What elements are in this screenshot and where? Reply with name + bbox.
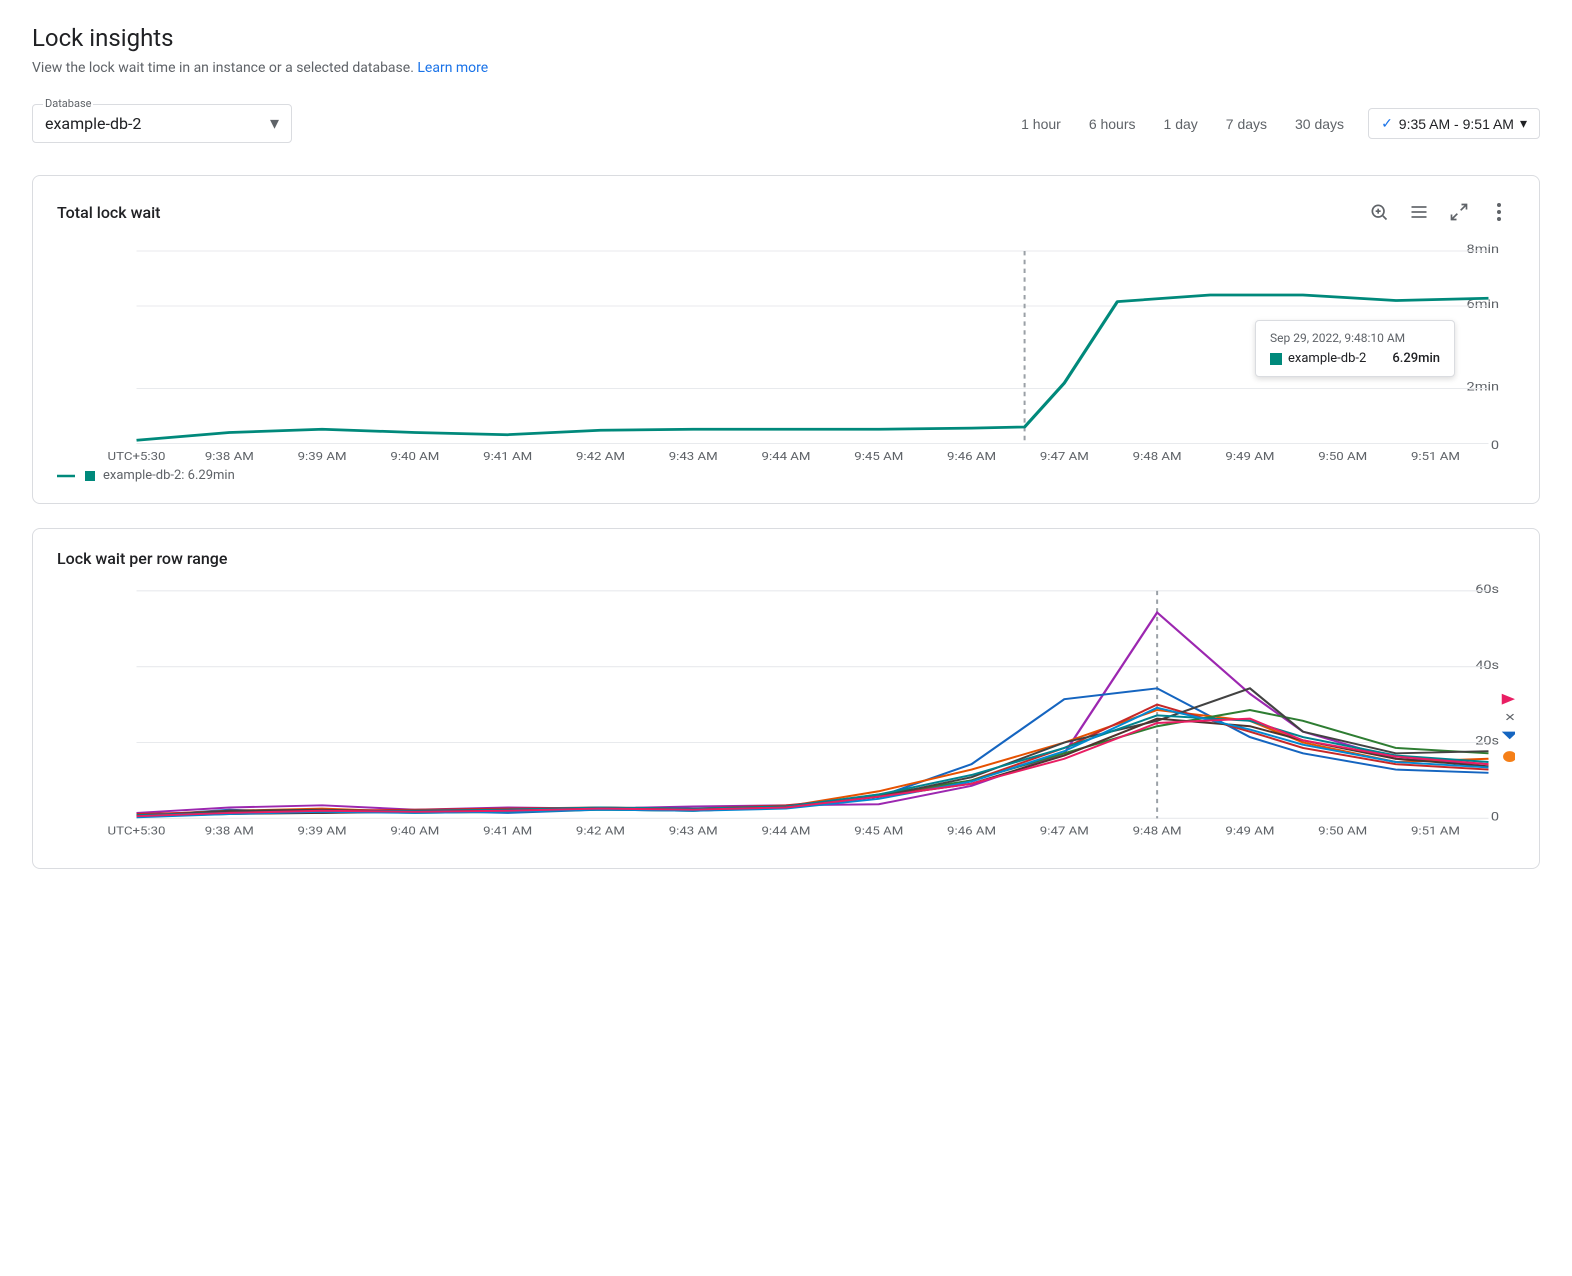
database-label: Database <box>43 97 93 110</box>
total-lock-wait-card: Total lock wait <box>32 175 1540 504</box>
chart2-title: Lock wait per row range <box>57 549 227 568</box>
svg-text:9:41 AM: 9:41 AM <box>483 825 532 838</box>
svg-text:9:42 AM: 9:42 AM <box>576 450 625 460</box>
svg-text:9:38 AM: 9:38 AM <box>205 450 254 460</box>
chart1-title: Total lock wait <box>57 203 160 222</box>
chart1-header: Total lock wait <box>57 196 1515 228</box>
svg-text:9:43 AM: 9:43 AM <box>669 825 718 838</box>
svg-text:2min: 2min <box>1467 381 1500 395</box>
svg-text:9:51 AM: 9:51 AM <box>1411 450 1460 460</box>
chart1-more-button[interactable] <box>1483 196 1515 228</box>
svg-text:6min: 6min <box>1467 298 1500 312</box>
svg-text:9:46 AM: 9:46 AM <box>947 825 996 838</box>
chart1-svg: 8min 6min 2min 0 UTC+5:30 9:38 AM 9:39 A… <box>57 240 1515 460</box>
legend-sq-icon <box>85 471 95 481</box>
time-7days-button[interactable]: 7 days <box>1214 110 1279 138</box>
chart1-expand-button[interactable] <box>1443 196 1475 228</box>
svg-text:9:38 AM: 9:38 AM <box>205 825 254 838</box>
svg-text:9:44 AM: 9:44 AM <box>761 825 810 838</box>
svg-text:8min: 8min <box>1467 243 1500 257</box>
time-1day-button[interactable]: 1 day <box>1152 110 1210 138</box>
svg-text:9:39 AM: 9:39 AM <box>298 450 347 460</box>
chart1-actions <box>1363 196 1515 228</box>
legend-line-icon <box>57 471 81 481</box>
controls-row: Database example-db-2 ▾ 1 hour 6 hours 1… <box>32 104 1540 143</box>
range-dropdown-icon: ▾ <box>1520 115 1527 132</box>
svg-text:9:40 AM: 9:40 AM <box>390 450 439 460</box>
svg-text:40s: 40s <box>1475 659 1499 672</box>
page-subtitle: View the lock wait time in an instance o… <box>32 60 1540 76</box>
svg-text:9:41 AM: 9:41 AM <box>483 450 532 460</box>
svg-text:UTC+5:30: UTC+5:30 <box>108 825 166 838</box>
svg-text:9:45 AM: 9:45 AM <box>854 450 903 460</box>
page-title: Lock insights <box>32 24 1540 52</box>
svg-text:9:40 AM: 9:40 AM <box>390 825 439 838</box>
chart1-legend: example-db-2: 6.29min <box>57 468 1515 483</box>
chart1-area: 8min 6min 2min 0 UTC+5:30 9:38 AM 9:39 A… <box>57 240 1515 460</box>
chart2-header: Lock wait per row range <box>57 549 1515 568</box>
chart2-svg: 60s 40s 20s 0 <box>57 580 1515 840</box>
chart1-legend-button[interactable] <box>1403 196 1435 228</box>
svg-text:9:48 AM: 9:48 AM <box>1133 450 1182 460</box>
svg-text:9:49 AM: 9:49 AM <box>1225 450 1274 460</box>
time-6hours-button[interactable]: 6 hours <box>1077 110 1148 138</box>
svg-text:✕: ✕ <box>1504 711 1515 724</box>
svg-text:9:51 AM: 9:51 AM <box>1411 825 1460 838</box>
svg-text:9:48 AM: 9:48 AM <box>1133 825 1182 838</box>
chart2-area: 60s 40s 20s 0 <box>57 580 1515 840</box>
svg-text:9:47 AM: 9:47 AM <box>1040 825 1089 838</box>
svg-text:9:46 AM: 9:46 AM <box>947 450 996 460</box>
svg-text:9:49 AM: 9:49 AM <box>1225 825 1274 838</box>
database-select[interactable]: Database example-db-2 ▾ <box>32 104 292 143</box>
check-icon: ✓ <box>1381 115 1393 132</box>
chart1-legend-label: example-db-2: 6.29min <box>103 468 235 483</box>
svg-text:9:44 AM: 9:44 AM <box>762 450 811 460</box>
time-30days-button[interactable]: 30 days <box>1283 110 1356 138</box>
svg-text:9:42 AM: 9:42 AM <box>576 825 625 838</box>
lock-wait-per-row-card: Lock wait per row range 60s 40s 20s 0 <box>32 528 1540 869</box>
svg-text:60s: 60s <box>1475 583 1499 596</box>
svg-text:9:47 AM: 9:47 AM <box>1040 450 1089 460</box>
svg-text:UTC+5:30: UTC+5:30 <box>108 450 166 460</box>
database-value[interactable]: example-db-2 ▾ <box>45 109 279 134</box>
svg-text:9:39 AM: 9:39 AM <box>298 825 347 838</box>
svg-text:9:50 AM: 9:50 AM <box>1318 450 1367 460</box>
svg-text:0: 0 <box>1491 811 1499 824</box>
learn-more-link[interactable]: Learn more <box>417 60 488 76</box>
time-range-button[interactable]: ✓ 9:35 AM - 9:51 AM ▾ <box>1368 108 1540 139</box>
svg-text:20s: 20s <box>1475 735 1499 748</box>
svg-text:9:50 AM: 9:50 AM <box>1318 825 1367 838</box>
time-1hour-button[interactable]: 1 hour <box>1009 110 1073 138</box>
time-controls: 1 hour 6 hours 1 day 7 days 30 days ✓ 9:… <box>1009 108 1540 139</box>
svg-text:9:45 AM: 9:45 AM <box>854 825 903 838</box>
svg-text:9:43 AM: 9:43 AM <box>669 450 718 460</box>
svg-text:0: 0 <box>1491 439 1499 453</box>
dropdown-arrow-icon: ▾ <box>270 113 279 134</box>
chart1-zoom-button[interactable] <box>1363 196 1395 228</box>
